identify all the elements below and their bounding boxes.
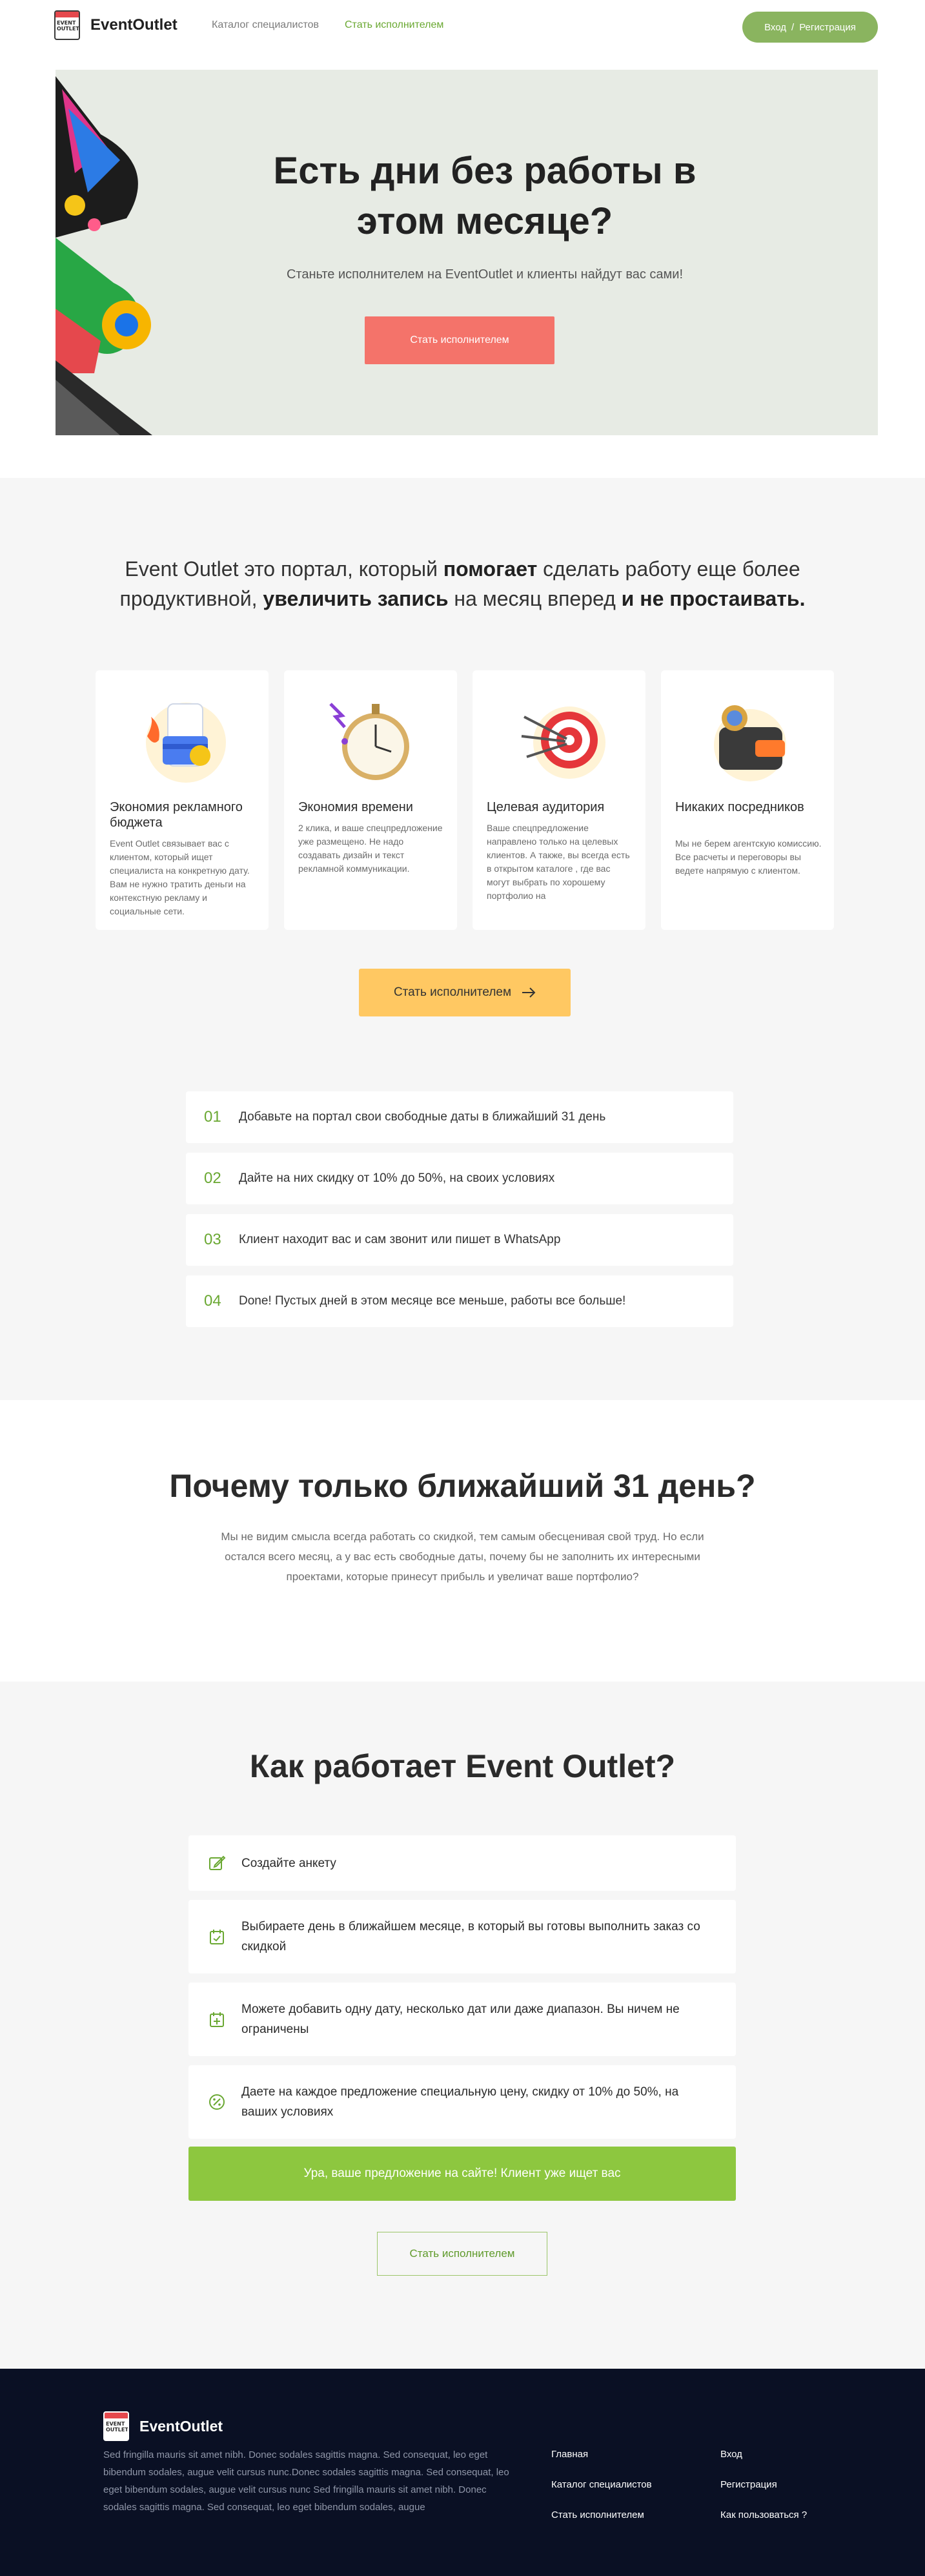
hero-title: Есть дни без работы в этом месяце? <box>273 150 696 242</box>
hero-become-performer-button[interactable]: Стать исполнителем <box>365 316 554 364</box>
arrow-right-icon <box>522 987 536 998</box>
site-footer: EVENT OUTLET EventOutlet Sed fringilla m… <box>0 2369 925 2576</box>
card-text: Мы не берем агентскую комиссию. Все расч… <box>675 838 822 876</box>
budget-illustration-icon <box>146 703 226 783</box>
login-link[interactable]: Вход <box>764 22 786 33</box>
footer-link-home[interactable]: Главная <box>551 2449 652 2479</box>
separator: / <box>791 21 795 33</box>
nav-catalog[interactable]: Каталог специалистов <box>212 19 319 31</box>
card-text: Ваше спецпредложение направлено только н… <box>487 823 630 901</box>
steps-list: 01 Добавьте на портал свои свободные даты… <box>186 1091 733 1337</box>
footer-brand: EventOutlet <box>139 2417 223 2435</box>
hero-collage-image <box>56 70 191 435</box>
main-nav: Каталог специалистов Стать исполнителем <box>212 19 443 31</box>
wallet-illustration-icon <box>714 705 786 781</box>
logo-icon: EVENT OUTLET <box>54 10 80 40</box>
how-item: Можете добавить одну дату, несколько дат… <box>188 1983 736 2056</box>
why-title: Почему только ближайший 31 день? <box>169 1468 756 1504</box>
brand-name: EventOutlet <box>90 16 178 34</box>
hero-banner: Есть дни без работы в этом месяце? Стань… <box>56 70 878 435</box>
how-list: Создайте анкету Выбираете день в ближайш… <box>188 1835 736 2139</box>
card-title: Экономия времени <box>298 800 413 814</box>
how-item: Даете на каждое предложение специальную … <box>188 2065 736 2139</box>
register-link[interactable]: Регистрация <box>799 22 856 33</box>
login-register-button[interactable]: Вход / Регистрация <box>742 12 878 43</box>
footer-links-account: Вход Регистрация Как пользоваться ? <box>720 2449 807 2540</box>
card-text: 2 клика, и ваше спецпредложение уже разм… <box>298 823 443 874</box>
edit-icon <box>209 1855 226 1870</box>
footer-link-become-performer[interactable]: Стать исполнителем <box>551 2509 652 2540</box>
step-item: 03 Клиент находит вас и сам звонит или пи… <box>186 1214 733 1266</box>
step-item: 04 Done! Пустых дней в этом месяце все ме… <box>186 1275 733 1327</box>
footer-links-main: Главная Каталог специалистов Стать испол… <box>551 2449 652 2540</box>
footer-link-register[interactable]: Регистрация <box>720 2479 807 2509</box>
step-item: 01 Добавьте на портал свои свободные даты… <box>186 1091 733 1143</box>
nav-become-performer[interactable]: Стать исполнителем <box>345 19 443 31</box>
logo-icon: EVENT OUTLET <box>103 2411 129 2441</box>
target-illustration-icon <box>521 706 605 779</box>
why-text: Мы не видим смысла всегда работать со ск… <box>221 1530 704 1583</box>
benefit-card: Экономия времени 2 клика, и ваше спецпре… <box>284 670 457 930</box>
footer-logo[interactable]: EVENT OUTLET EventOutlet <box>103 2411 223 2441</box>
benefit-card: Никаких посредников Мы не берем агентску… <box>661 670 834 930</box>
card-title: Никаких посредников <box>675 800 804 814</box>
logo[interactable]: EVENT OUTLET EventOutlet <box>54 10 178 40</box>
benefit-cards: Экономия рекламного бюджета Event Outlet… <box>96 670 835 930</box>
calendar-plus-icon <box>210 2012 224 2027</box>
card-text: Event Outlet связывает вас с клиентом, к… <box>110 838 250 916</box>
card-title: Целевая аудитория <box>487 800 605 814</box>
become-performer-outline-button[interactable]: Стать исполнителем <box>377 2232 547 2276</box>
benefit-card: Целевая аудитория Ваше спецпредложение н… <box>473 670 645 930</box>
footer-link-how-to-use[interactable]: Как пользоваться ? <box>720 2509 807 2540</box>
step-item: 02 Дайте на них скидку от 10% до 50%, на … <box>186 1153 733 1204</box>
footer-link-catalog[interactable]: Каталог специалистов <box>551 2479 652 2509</box>
benefit-card: Экономия рекламного бюджета Event Outlet… <box>96 670 269 930</box>
footer-description: Sed fringilla mauris sit amet nibh. Done… <box>103 2449 509 2513</box>
site-header: EVENT OUTLET EventOutlet Каталог специал… <box>0 0 925 53</box>
become-performer-button[interactable]: Стать исполнителем <box>359 969 571 1016</box>
discount-icon <box>209 2094 225 2110</box>
success-banner: Ура, ваше предложение на сайте! Клиент у… <box>188 2147 736 2201</box>
card-title: Экономия рекламного бюджета <box>110 800 243 830</box>
stopwatch-illustration-icon <box>329 703 409 780</box>
calendar-check-icon <box>210 1930 224 1944</box>
how-item: Создайте анкету <box>188 1835 736 1891</box>
intro-text: Event Outlet это портал, который помогае… <box>119 557 806 610</box>
how-title: Как работает Event Outlet? <box>249 1748 676 1784</box>
how-item: Выбираете день в ближайшем месяце, в кот… <box>188 1900 736 1973</box>
hero-subtitle: Станьте исполнителем на EventOutlet и кл… <box>286 267 684 282</box>
footer-link-login[interactable]: Вход <box>720 2449 807 2479</box>
